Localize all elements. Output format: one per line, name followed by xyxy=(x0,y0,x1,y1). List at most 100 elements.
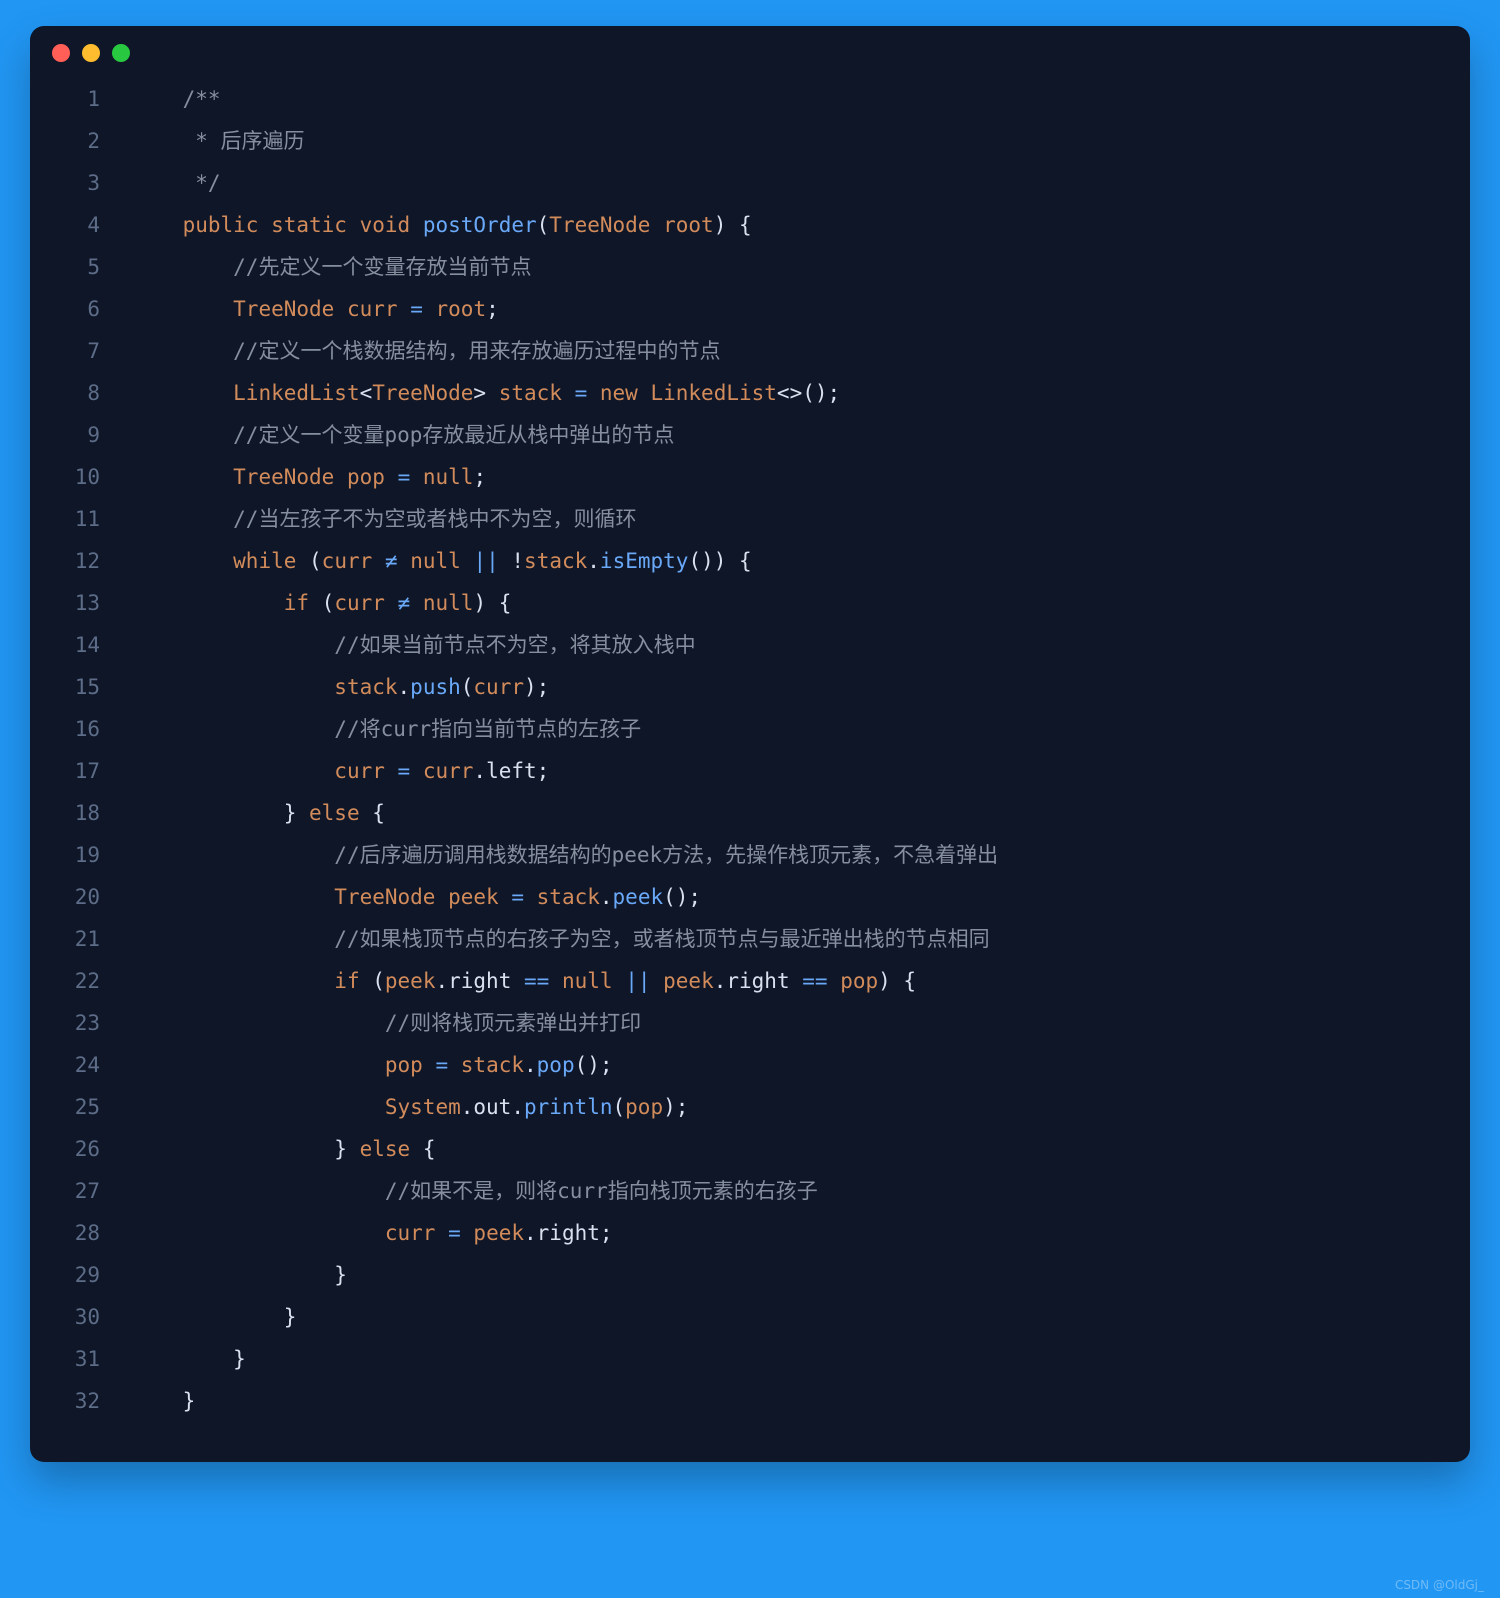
line-number: 31 xyxy=(30,1338,132,1380)
line-number: 10 xyxy=(30,456,132,498)
code-line[interactable]: 8 LinkedList<TreeNode> stack = new Linke… xyxy=(30,372,1440,414)
code-line[interactable]: 14 //如果当前节点不为空，将其放入栈中 xyxy=(30,624,1440,666)
code-line[interactable]: 26 } else { xyxy=(30,1128,1440,1170)
line-number: 15 xyxy=(30,666,132,708)
line-content: */ xyxy=(132,162,221,204)
line-content: //定义一个变量pop存放最近从栈中弹出的节点 xyxy=(132,414,674,456)
line-content: } xyxy=(132,1380,195,1422)
line-number: 4 xyxy=(30,204,132,246)
line-number: 24 xyxy=(30,1044,132,1086)
line-number: 25 xyxy=(30,1086,132,1128)
code-line[interactable]: 15 stack.push(curr); xyxy=(30,666,1440,708)
code-line[interactable]: 9 //定义一个变量pop存放最近从栈中弹出的节点 xyxy=(30,414,1440,456)
line-number: 14 xyxy=(30,624,132,666)
code-line[interactable]: 7 //定义一个栈数据结构，用来存放遍历过程中的节点 xyxy=(30,330,1440,372)
line-number: 13 xyxy=(30,582,132,624)
code-line[interactable]: 32 } xyxy=(30,1380,1440,1422)
line-content: TreeNode curr = root; xyxy=(132,288,499,330)
line-number: 29 xyxy=(30,1254,132,1296)
line-number: 26 xyxy=(30,1128,132,1170)
code-line[interactable]: 22 if (peek.right == null || peek.right … xyxy=(30,960,1440,1002)
line-number: 11 xyxy=(30,498,132,540)
code-line[interactable]: 18 } else { xyxy=(30,792,1440,834)
line-content: public static void postOrder(TreeNode ro… xyxy=(132,204,752,246)
line-number: 1 xyxy=(30,78,132,120)
line-number: 16 xyxy=(30,708,132,750)
line-content: //当左孩子不为空或者栈中不为空，则循环 xyxy=(132,498,636,540)
line-number: 19 xyxy=(30,834,132,876)
code-line[interactable]: 2 * 后序遍历 xyxy=(30,120,1440,162)
line-content: if (peek.right == null || peek.right == … xyxy=(132,960,916,1002)
line-content: LinkedList<TreeNode> stack = new LinkedL… xyxy=(132,372,840,414)
code-line[interactable]: 4 public static void postOrder(TreeNode … xyxy=(30,204,1440,246)
line-content: /** xyxy=(132,78,221,120)
line-number: 12 xyxy=(30,540,132,582)
line-number: 3 xyxy=(30,162,132,204)
code-line[interactable]: 27 //如果不是，则将curr指向栈顶元素的右孩子 xyxy=(30,1170,1440,1212)
line-content: //如果当前节点不为空，将其放入栈中 xyxy=(132,624,696,666)
code-line[interactable]: 10 TreeNode pop = null; xyxy=(30,456,1440,498)
line-content: * 后序遍历 xyxy=(132,120,305,162)
line-content: //则将栈顶元素弹出并打印 xyxy=(132,1002,641,1044)
code-line[interactable]: 30 } xyxy=(30,1296,1440,1338)
line-content: curr = curr.left; xyxy=(132,750,549,792)
line-content: } xyxy=(132,1338,246,1380)
line-content: curr = peek.right; xyxy=(132,1212,613,1254)
code-line[interactable]: 31 } xyxy=(30,1338,1440,1380)
code-line[interactable]: 29 } xyxy=(30,1254,1440,1296)
code-line[interactable]: 13 if (curr ≠ null) { xyxy=(30,582,1440,624)
code-window: 1 /**2 * 后序遍历3 */4 public static void po… xyxy=(30,26,1470,1462)
line-content: while (curr ≠ null || !stack.isEmpty()) … xyxy=(132,540,752,582)
window-chrome xyxy=(30,26,1470,68)
line-number: 6 xyxy=(30,288,132,330)
code-line[interactable]: 20 TreeNode peek = stack.peek(); xyxy=(30,876,1440,918)
maximize-icon[interactable] xyxy=(112,44,130,62)
code-line[interactable]: 1 /** xyxy=(30,78,1440,120)
minimize-icon[interactable] xyxy=(82,44,100,62)
code-line[interactable]: 6 TreeNode curr = root; xyxy=(30,288,1440,330)
line-content: } else { xyxy=(132,792,385,834)
watermark: CSDN @OldGj_ xyxy=(1395,1578,1484,1592)
line-number: 5 xyxy=(30,246,132,288)
line-number: 22 xyxy=(30,960,132,1002)
code-line[interactable]: 17 curr = curr.left; xyxy=(30,750,1440,792)
line-number: 7 xyxy=(30,330,132,372)
line-content: System.out.println(pop); xyxy=(132,1086,688,1128)
code-line[interactable]: 21 //如果栈顶节点的右孩子为空，或者栈顶节点与最近弹出栈的节点相同 xyxy=(30,918,1440,960)
line-content: //先定义一个变量存放当前节点 xyxy=(132,246,531,288)
line-number: 18 xyxy=(30,792,132,834)
code-editor[interactable]: 1 /**2 * 后序遍历3 */4 public static void po… xyxy=(30,68,1470,1462)
code-line[interactable]: 12 while (curr ≠ null || !stack.isEmpty(… xyxy=(30,540,1440,582)
line-number: 8 xyxy=(30,372,132,414)
line-content: //后序遍历调用栈数据结构的peek方法，先操作栈顶元素，不急着弹出 xyxy=(132,834,998,876)
line-number: 28 xyxy=(30,1212,132,1254)
code-line[interactable]: 3 */ xyxy=(30,162,1440,204)
code-line[interactable]: 19 //后序遍历调用栈数据结构的peek方法，先操作栈顶元素，不急着弹出 xyxy=(30,834,1440,876)
line-content: TreeNode pop = null; xyxy=(132,456,486,498)
line-content: } xyxy=(132,1296,296,1338)
line-content: pop = stack.pop(); xyxy=(132,1044,613,1086)
line-content: } else { xyxy=(132,1128,435,1170)
line-number: 17 xyxy=(30,750,132,792)
line-number: 27 xyxy=(30,1170,132,1212)
line-content: TreeNode peek = stack.peek(); xyxy=(132,876,701,918)
line-number: 32 xyxy=(30,1380,132,1422)
line-content: if (curr ≠ null) { xyxy=(132,582,511,624)
line-number: 21 xyxy=(30,918,132,960)
line-content: //定义一个栈数据结构，用来存放遍历过程中的节点 xyxy=(132,330,720,372)
code-line[interactable]: 5 //先定义一个变量存放当前节点 xyxy=(30,246,1440,288)
line-number: 30 xyxy=(30,1296,132,1338)
line-content: } xyxy=(132,1254,347,1296)
code-line[interactable]: 25 System.out.println(pop); xyxy=(30,1086,1440,1128)
code-line[interactable]: 23 //则将栈顶元素弹出并打印 xyxy=(30,1002,1440,1044)
line-content: //如果不是，则将curr指向栈顶元素的右孩子 xyxy=(132,1170,818,1212)
close-icon[interactable] xyxy=(52,44,70,62)
line-content: //如果栈顶节点的右孩子为空，或者栈顶节点与最近弹出栈的节点相同 xyxy=(132,918,990,960)
code-line[interactable]: 24 pop = stack.pop(); xyxy=(30,1044,1440,1086)
line-number: 23 xyxy=(30,1002,132,1044)
code-line[interactable]: 16 //将curr指向当前节点的左孩子 xyxy=(30,708,1440,750)
line-number: 2 xyxy=(30,120,132,162)
code-line[interactable]: 11 //当左孩子不为空或者栈中不为空，则循环 xyxy=(30,498,1440,540)
line-number: 20 xyxy=(30,876,132,918)
code-line[interactable]: 28 curr = peek.right; xyxy=(30,1212,1440,1254)
